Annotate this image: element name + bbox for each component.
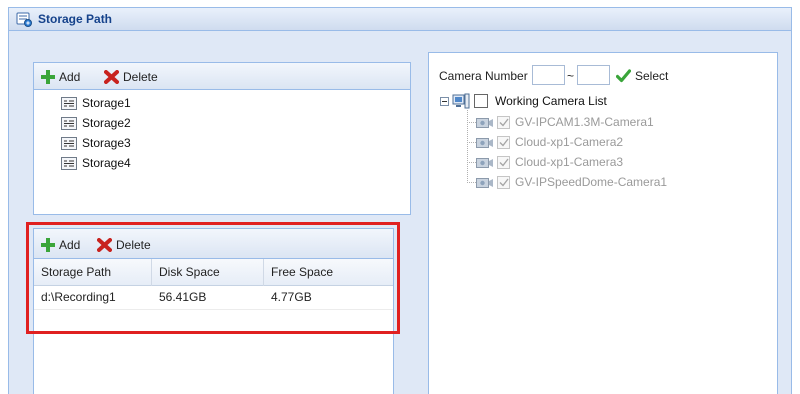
storage-list-item[interactable]: Storage1 (61, 94, 131, 112)
path-add-label: Add (59, 238, 81, 252)
storage-delete-button[interactable]: Delete (104, 67, 158, 87)
camera-list-item[interactable]: Cloud-xp1-Camera3 (476, 153, 623, 171)
storage-add-button[interactable]: Add (41, 67, 80, 87)
storage-item-label: Storage4 (82, 156, 131, 170)
path-toolbar: Add Delete (34, 229, 393, 259)
working-list-checkbox[interactable] (474, 94, 488, 108)
column-header-storage-path[interactable]: Storage Path (34, 259, 152, 286)
storage-list-item[interactable]: Storage2 (61, 114, 131, 132)
storage-drive-icon (16, 12, 32, 27)
column-header-disk-space[interactable]: Disk Space (152, 259, 264, 286)
tree-connector (467, 122, 476, 123)
tree-connector (467, 162, 476, 163)
path-delete-button[interactable]: Delete (97, 235, 151, 255)
tree-connector (467, 182, 476, 183)
camera-checkbox[interactable] (497, 115, 510, 129)
camera-checkbox[interactable] (497, 175, 510, 189)
camera-icon (476, 117, 493, 128)
window-titlebar: Storage Path (9, 8, 791, 31)
storage-add-label: Add (59, 70, 81, 84)
storage-node-icon (61, 156, 77, 170)
storage-delete-label: Delete (123, 70, 158, 84)
checkmark-icon (499, 138, 509, 147)
computer-icon (452, 93, 470, 109)
window-title: Storage Path (38, 12, 113, 26)
camera-number-label: Camera Number (439, 69, 528, 83)
x-icon (97, 238, 112, 252)
checkmark-icon (499, 178, 509, 187)
camera-number-to-input[interactable] (577, 65, 610, 85)
table-row[interactable]: d:\Recording1 56.41GB 4.77GB (34, 286, 393, 310)
cell-disk-space: 56.41GB (159, 290, 207, 304)
storage-list-panel: Add Delete Storage1 Storage2 Storage3 St… (33, 62, 411, 215)
cell-storage-path: d:\Recording1 (41, 290, 116, 304)
tree-connector (467, 110, 468, 183)
camera-checkbox[interactable] (497, 155, 510, 169)
cell-free-space: 4.77GB (271, 290, 312, 304)
working-camera-list-label: Working Camera List (495, 94, 607, 108)
camera-icon (476, 157, 493, 168)
x-icon (104, 70, 119, 84)
plus-icon (41, 238, 55, 252)
storage-item-label: Storage3 (82, 136, 131, 150)
camera-icon (476, 137, 493, 148)
camera-number-from-input[interactable] (532, 65, 565, 85)
camera-list-item[interactable]: GV-IPSpeedDome-Camera1 (476, 173, 667, 191)
column-header-free-space[interactable]: Free Space (264, 259, 393, 286)
storage-node-icon (61, 116, 77, 130)
storage-item-label: Storage2 (82, 116, 131, 130)
camera-label: Cloud-xp1-Camera3 (515, 155, 624, 169)
collapse-icon[interactable] (440, 97, 449, 106)
camera-select-button[interactable]: Select (616, 66, 668, 86)
path-delete-label: Delete (116, 238, 151, 252)
camera-checkbox[interactable] (497, 135, 510, 149)
storage-toolbar: Add Delete (34, 63, 410, 90)
storage-node-icon (61, 96, 77, 110)
storage-node-icon (61, 136, 77, 150)
path-table-header: Storage Path Disk Space Free Space (34, 259, 393, 286)
path-add-button[interactable]: Add (41, 235, 80, 255)
tree-connector (467, 142, 476, 143)
storage-path-panel: Add Delete Storage Path Disk Space Free … (33, 228, 394, 394)
checkmark-icon (499, 158, 509, 167)
camera-range-separator: ~ (567, 69, 575, 83)
camera-label: GV-IPCAM1.3M-Camera1 (515, 115, 654, 129)
storage-list-item[interactable]: Storage4 (61, 154, 131, 172)
camera-list-item[interactable]: Cloud-xp1-Camera2 (476, 133, 623, 151)
checkmark-icon (499, 118, 509, 127)
camera-label: GV-IPSpeedDome-Camera1 (515, 175, 668, 189)
camera-select-label: Select (635, 69, 669, 83)
storage-list-item[interactable]: Storage3 (61, 134, 131, 152)
camera-list-item[interactable]: GV-IPCAM1.3M-Camera1 (476, 113, 654, 131)
checkmark-icon (616, 69, 631, 83)
camera-icon (476, 177, 493, 188)
storage-item-label: Storage1 (82, 96, 131, 110)
camera-label: Cloud-xp1-Camera2 (515, 135, 624, 149)
plus-icon (41, 70, 55, 84)
